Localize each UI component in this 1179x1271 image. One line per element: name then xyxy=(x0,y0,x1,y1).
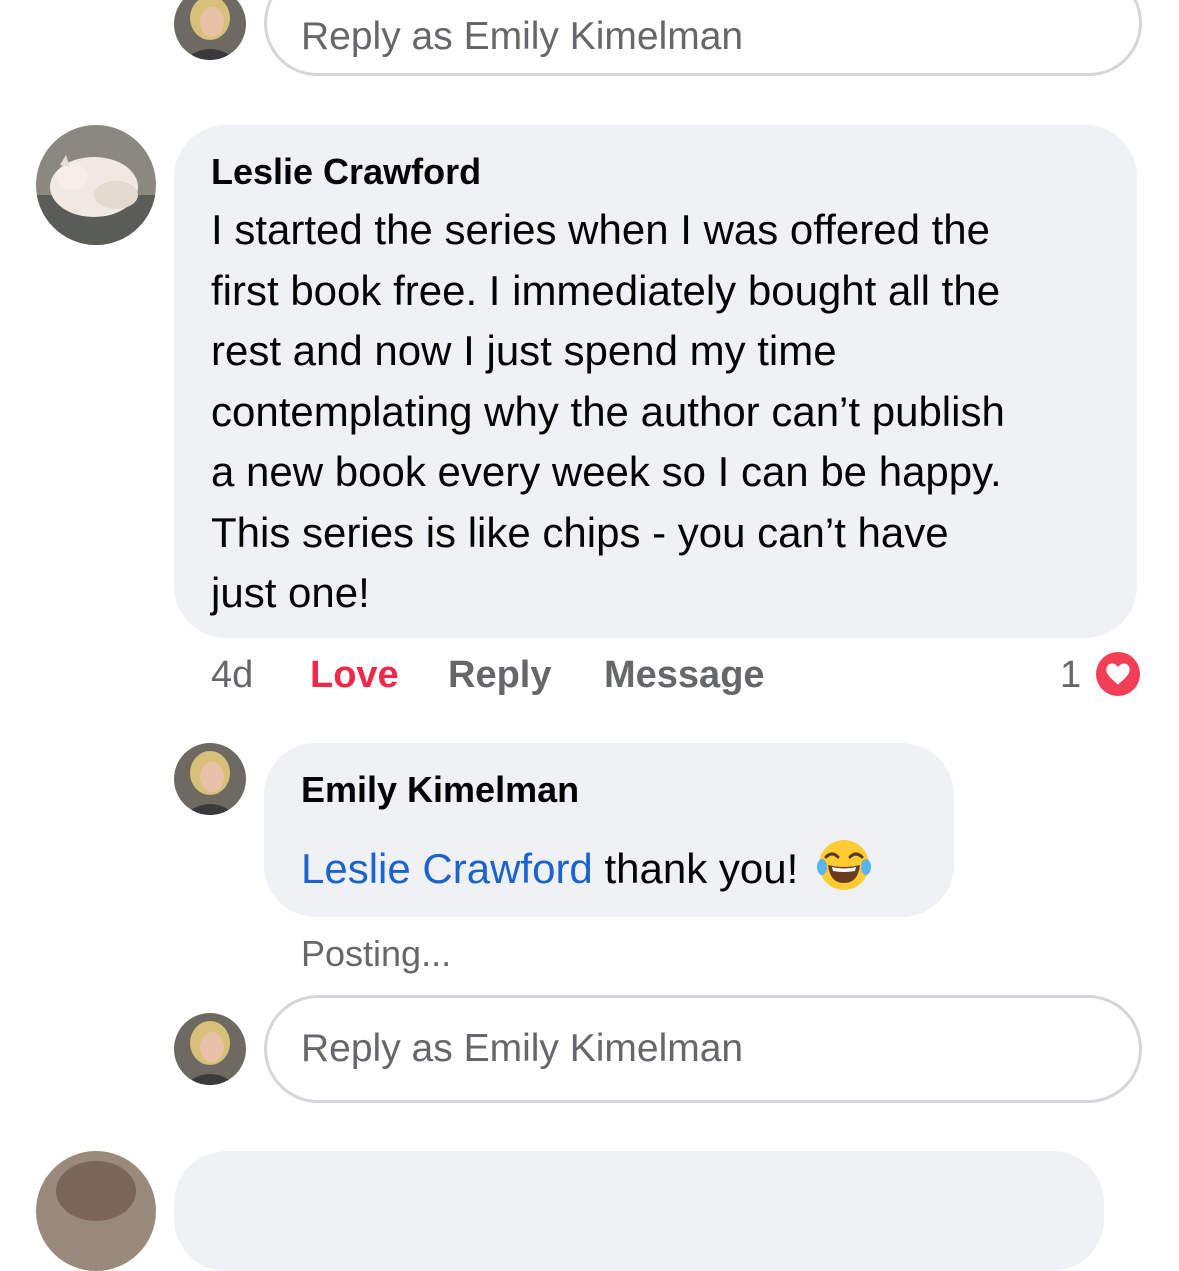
comment-line: just one! xyxy=(211,569,370,616)
comment-line: first book free. I immediately bought al… xyxy=(211,266,1001,314)
reply-author[interactable]: Emily Kimelman xyxy=(301,768,579,812)
message-button[interactable]: Message xyxy=(604,652,765,698)
reply-body: Leslie Crawford thank you! xyxy=(301,837,872,900)
posting-status: Posting... xyxy=(301,933,452,974)
reply-input-placeholder: Reply as Emily Kimelman xyxy=(301,15,744,58)
comment-line: contemplating why the author can’t publi… xyxy=(211,387,1005,435)
commenter-avatar[interactable] xyxy=(36,125,156,245)
user-avatar[interactable] xyxy=(174,1013,246,1085)
comment-bubble: Leslie Crawford I started the series whe… xyxy=(174,125,1137,638)
reply-input-bottom[interactable]: Reply as Emily Kimelman xyxy=(264,995,1142,1103)
user-avatar[interactable] xyxy=(174,0,246,60)
mention-link[interactable]: Leslie Crawford xyxy=(301,845,593,892)
reply-button[interactable]: Reply xyxy=(448,652,551,698)
comment-body: I started the series when I was offered … xyxy=(211,200,1121,624)
reply-input-placeholder: Reply as Emily Kimelman xyxy=(301,1027,744,1070)
face-with-tears-of-joy-icon xyxy=(816,840,871,890)
comment-line: a new book every week so I can be happy. xyxy=(211,448,1002,495)
heart-icon[interactable] xyxy=(1093,649,1143,699)
comment-line: I started the series when I was offered … xyxy=(211,206,990,253)
next-commenter-avatar[interactable] xyxy=(36,1151,156,1271)
comment-author[interactable]: Leslie Crawford xyxy=(211,150,481,194)
reply-author-avatar[interactable] xyxy=(174,743,246,815)
love-reaction-button[interactable]: Love xyxy=(310,652,399,698)
comment-line: This series is like chips - you can’t ha… xyxy=(211,508,949,556)
next-comment-bubble xyxy=(174,1151,1104,1271)
reaction-count[interactable]: 1 xyxy=(1060,652,1081,698)
comment-timestamp[interactable]: 4d xyxy=(211,652,253,698)
comment-line: rest and now I just spend my time xyxy=(211,327,837,374)
reply-text: thank you! xyxy=(604,845,799,892)
reply-input-top[interactable]: Reply as Emily Kimelman xyxy=(264,0,1142,76)
reply-bubble: Emily Kimelman Leslie Crawford thank you… xyxy=(264,743,954,917)
